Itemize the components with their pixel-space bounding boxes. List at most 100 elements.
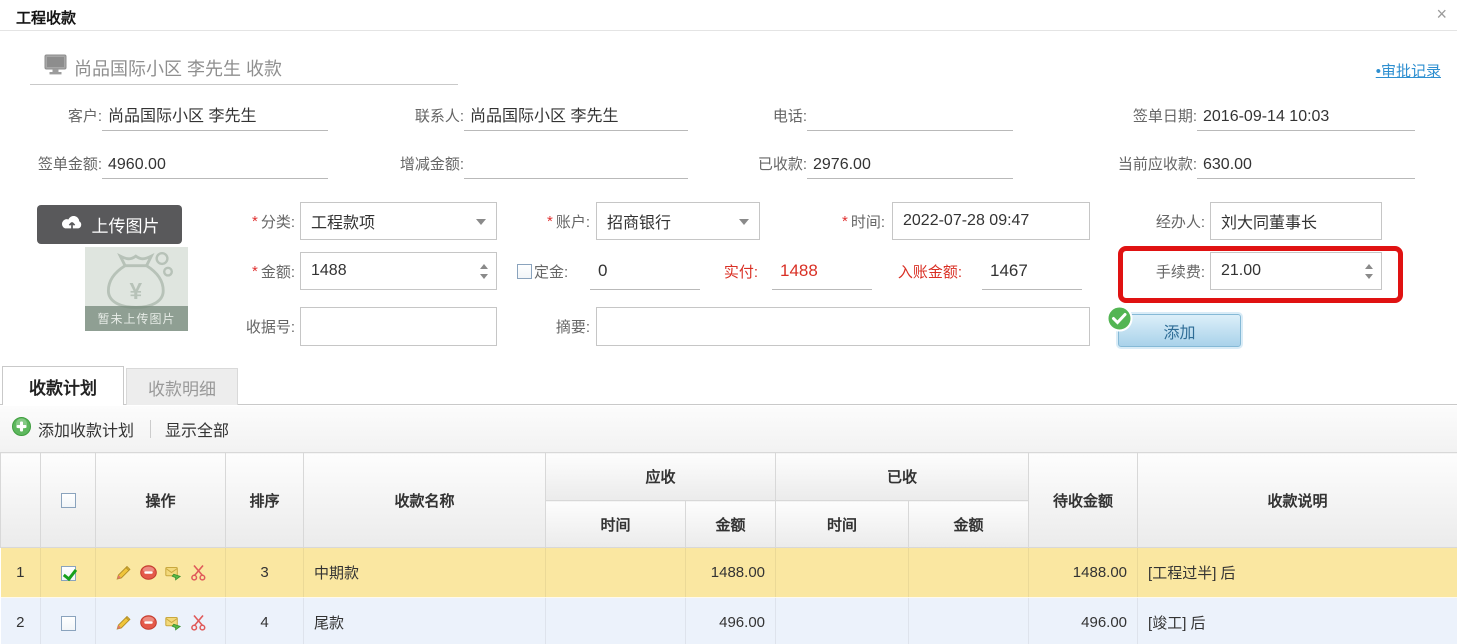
col-rownum — [1, 453, 41, 548]
cell-name: 尾款 — [304, 598, 546, 644]
handler-input-field[interactable] — [1221, 212, 1371, 230]
field-label: 联系人: — [384, 105, 464, 131]
amount-input[interactable] — [300, 252, 497, 290]
tab-payment-detail[interactable]: 收款明细 — [126, 368, 238, 405]
time-input-field[interactable] — [903, 212, 1079, 230]
deposit-checkbox[interactable] — [517, 264, 532, 279]
field-value[interactable]: 尚品国际小区 李先生 — [464, 102, 688, 131]
paid-value: 1488 — [772, 252, 872, 290]
field-sign-date: 签单日期: 2016-09-14 10:03 — [1083, 99, 1415, 131]
edit-pencil-icon[interactable] — [115, 614, 132, 631]
split-scissors-icon[interactable] — [190, 614, 207, 631]
fee-input[interactable] — [1210, 252, 1382, 290]
no-image-text: 暂未上传图片 — [85, 306, 188, 331]
cell-due-amount: 1488.00 — [686, 548, 776, 598]
chevron-down-icon — [739, 219, 749, 225]
receive-money-icon[interactable] — [165, 614, 182, 631]
document-title: 尚品国际小区 李先生 收款 — [74, 55, 282, 81]
col-received-time: 时间 — [776, 501, 909, 548]
cell-pending-amount: 1488.00 — [1029, 548, 1138, 598]
fee-label: 手续费: — [1115, 252, 1205, 290]
receipt-no-label: 收据号: — [205, 307, 295, 345]
amount-input-field[interactable] — [311, 262, 486, 280]
field-value[interactable] — [807, 126, 1013, 131]
table-row: 2 4 尾款 — [1, 598, 1457, 644]
field-value[interactable]: 尚品国际小区 李先生 — [102, 102, 328, 131]
account-value: 招商银行 — [607, 209, 671, 233]
cell-name: 中期款 — [304, 548, 546, 598]
table-row: 1 3 中期款 — [1, 548, 1457, 598]
fee-input-field[interactable] — [1221, 262, 1371, 280]
page-title: 工程收款 — [16, 7, 76, 28]
cell-due-time — [546, 598, 686, 644]
cell-received-amount — [909, 548, 1029, 598]
category-label: * 分类: — [205, 202, 295, 240]
show-all-label: 显示全部 — [165, 417, 229, 441]
field-value[interactable] — [464, 174, 688, 179]
add-button-label: 添加 — [1163, 319, 1195, 343]
field-customer: 客户: 尚品国际小区 李先生 — [22, 99, 328, 131]
show-all-button[interactable]: 显示全部 — [165, 417, 229, 441]
category-value: 工程款项 — [311, 209, 375, 233]
plan-toolbar: 添加收款计划 显示全部 — [0, 406, 1457, 452]
tab-payment-plan[interactable]: 收款计划 — [2, 366, 124, 405]
cell-note: [竣工] 后 — [1138, 598, 1457, 644]
tab-bar: 收款计划 收款明细 — [0, 366, 1457, 405]
add-plan-button[interactable]: 添加收款计划 — [12, 417, 134, 441]
add-button[interactable]: 添加 — [1118, 314, 1241, 347]
close-icon[interactable]: × — [1436, 4, 1447, 24]
field-value[interactable]: 4960.00 — [102, 156, 328, 179]
col-operation: 操作 — [96, 453, 226, 548]
field-label: 已收款: — [733, 153, 807, 179]
row-checkbox[interactable] — [61, 616, 76, 631]
required-star: * — [547, 213, 553, 230]
amount-spinner[interactable] — [478, 253, 490, 289]
handler-input[interactable] — [1210, 202, 1382, 240]
payment-dialog: 工程收款 × 尚品国际小区 李先生 收款 •审批记录 客户: 尚品国际小区 李先… — [0, 0, 1457, 644]
summary-input[interactable] — [596, 307, 1090, 346]
row-number: 2 — [1, 598, 41, 644]
add-plan-label: 添加收款计划 — [38, 417, 134, 441]
fee-spinner[interactable] — [1363, 253, 1375, 289]
chevron-down-icon — [476, 219, 486, 225]
field-label: 增减金额: — [384, 153, 464, 179]
field-label: 签单日期: — [1083, 105, 1197, 131]
check-circle-icon — [1106, 305, 1133, 337]
summary-input-field[interactable] — [607, 318, 1079, 336]
edit-pencil-icon[interactable] — [115, 564, 132, 581]
field-value[interactable]: 2016-09-14 10:03 — [1197, 108, 1415, 131]
deposit-label: 定金: — [534, 261, 568, 282]
paid-label: 实付: — [668, 252, 758, 290]
col-due-amount: 金额 — [686, 501, 776, 548]
upload-button-label: 上传图片 — [92, 212, 160, 237]
select-all-checkbox[interactable] — [61, 493, 76, 508]
receive-money-icon[interactable] — [165, 564, 182, 581]
time-input[interactable] — [892, 202, 1090, 240]
receipt-no-input-field[interactable] — [311, 318, 486, 336]
col-received-amount: 金额 — [909, 501, 1029, 548]
upload-image-button[interactable]: 上传图片 — [37, 205, 182, 244]
cell-pending-amount: 496.00 — [1029, 598, 1138, 644]
account-select[interactable]: 招商银行 — [596, 202, 760, 240]
field-value[interactable]: 2976.00 — [807, 156, 1013, 179]
row-checkbox[interactable] — [61, 566, 76, 581]
field-label: 电话: — [733, 105, 807, 131]
required-star: * — [842, 213, 848, 230]
field-label: 客户: — [22, 105, 102, 131]
svg-text:¥: ¥ — [130, 278, 143, 304]
delete-minus-icon[interactable] — [140, 614, 157, 631]
category-select[interactable]: 工程款项 — [300, 202, 497, 240]
field-contact: 联系人: 尚品国际小区 李先生 — [384, 99, 688, 131]
field-value[interactable]: 630.00 — [1197, 156, 1415, 179]
field-label: 当前应收款: — [1083, 153, 1197, 179]
col-due-time: 时间 — [546, 501, 686, 548]
col-group-received: 已收 — [776, 453, 1029, 501]
delete-minus-icon[interactable] — [140, 564, 157, 581]
receipt-no-input[interactable] — [300, 307, 497, 346]
image-placeholder: ¥ 暂未上传图片 — [85, 247, 188, 331]
required-star: * — [252, 213, 258, 230]
approval-record-link[interactable]: •审批记录 — [1376, 60, 1441, 81]
split-scissors-icon[interactable] — [190, 564, 207, 581]
field-label: 签单金额: — [22, 153, 102, 179]
summary-label: 摘要: — [500, 307, 590, 345]
